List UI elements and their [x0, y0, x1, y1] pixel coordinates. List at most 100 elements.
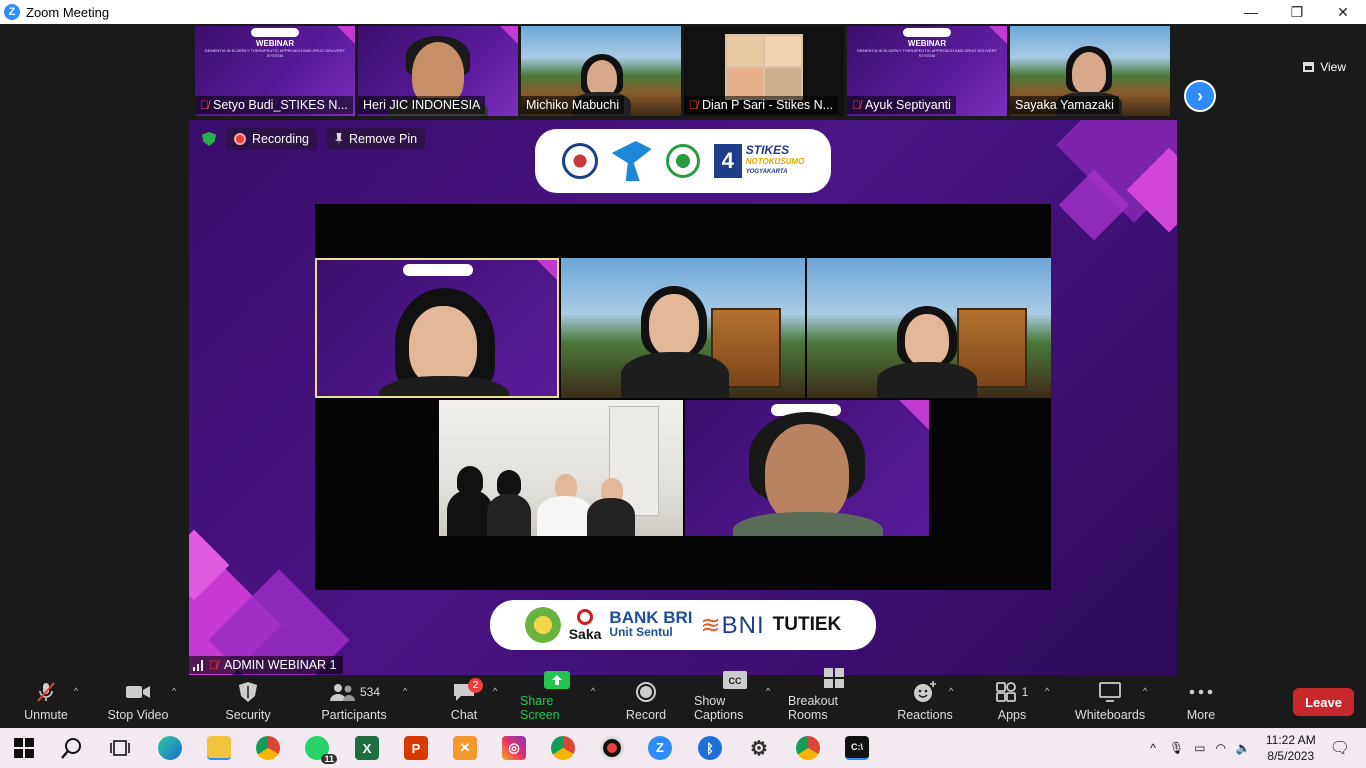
speaker-tile: [315, 258, 559, 398]
whatsapp-icon[interactable]: 11: [305, 736, 337, 764]
windows-taskbar: 11 X P ✕ ◎ Z ᛒ ⚙ C:\ ^ 🎙 ▭ ◠ 🔈 11:22 AM …: [0, 728, 1366, 768]
recording-indicator[interactable]: Recording: [226, 128, 317, 150]
record-button[interactable]: Record: [624, 676, 668, 728]
notifications-icon[interactable]: 🗨: [1330, 738, 1350, 758]
zoom-app-icon[interactable]: Z: [648, 736, 672, 760]
record-label: Record: [625, 708, 667, 722]
next-page-button[interactable]: ›: [1184, 80, 1216, 112]
more-button[interactable]: More: [1182, 676, 1220, 728]
reactions-button[interactable]: Reactions: [896, 676, 954, 728]
reactions-options-caret[interactable]: ^: [949, 686, 953, 696]
window-title: Zoom Meeting: [26, 4, 110, 20]
view-button[interactable]: View: [1303, 60, 1346, 74]
share-screen-label: Share Screen: [520, 694, 560, 722]
participant-thumbnail[interactable]: Michiko Mabuchi: [521, 26, 681, 116]
chat-button[interactable]: 2 Chat: [448, 676, 483, 728]
participants-count: 534: [359, 685, 381, 699]
breakout-rooms-button[interactable]: Breakout Rooms: [788, 668, 880, 728]
whiteboards-options-caret[interactable]: ^: [1143, 686, 1147, 696]
wifi-icon[interactable]: ◠: [1215, 741, 1225, 755]
battery-icon[interactable]: ▭: [1194, 741, 1205, 755]
chat-unread-badge: 2: [468, 678, 483, 693]
show-captions-button[interactable]: CC Show Captions: [694, 671, 776, 728]
closed-captions-icon: CC: [722, 671, 748, 689]
whiteboard-icon: [1097, 681, 1123, 703]
participant-thumbnail[interactable]: WEBINAR DEMENTIA IN ELDERLY THERAPEUTIC …: [847, 26, 1007, 116]
participant-name-tag: 🎙̸ Dian P Sari - Stikes N...: [684, 96, 839, 114]
stop-video-button[interactable]: Stop Video: [106, 676, 170, 728]
close-button[interactable]: ✕: [1320, 0, 1366, 24]
bluetooth-icon[interactable]: ᛒ: [698, 736, 722, 760]
windows-start-icon[interactable]: [12, 736, 36, 760]
view-grid-icon: [1303, 62, 1315, 72]
breakout-rooms-icon: [821, 667, 847, 689]
show-hidden-icons-chevron-icon[interactable]: ^: [1150, 741, 1156, 755]
chrome-profile-icon[interactable]: [551, 736, 575, 760]
more-label: More: [1186, 708, 1216, 722]
file-explorer-icon[interactable]: [207, 736, 231, 760]
encryption-shield-icon[interactable]: [202, 132, 216, 146]
participants-options-caret[interactable]: ^: [403, 686, 407, 696]
microphone-icon[interactable]: 🎙: [1169, 741, 1184, 755]
chat-bubble-icon: 2: [451, 678, 483, 703]
leave-meeting-button[interactable]: Leave: [1293, 688, 1354, 716]
participants-button[interactable]: 534 Participants: [321, 676, 387, 728]
participant-thumbnail[interactable]: Heri JIC INDONESIA: [358, 26, 518, 116]
meeting-controls-toolbar: Unmute ^ Stop Video ^ Security 534 Parti…: [0, 668, 1366, 728]
security-button[interactable]: Security: [224, 676, 272, 728]
sponsor-logos: [251, 28, 299, 37]
apps-icon: 1: [990, 681, 1034, 703]
unmute-button[interactable]: Unmute: [22, 676, 70, 728]
minimize-button[interactable]: —: [1228, 0, 1274, 24]
system-clock[interactable]: 11:22 AM 8/5/2023: [1266, 732, 1316, 764]
participants-label: Participants: [321, 708, 387, 722]
instagram-icon[interactable]: ◎: [502, 736, 526, 760]
participant-tile: [561, 258, 805, 398]
svg-text:CC: CC: [729, 676, 742, 686]
more-dots-icon: [1188, 681, 1214, 703]
participant-thumbnail[interactable]: 🎙̸ Dian P Sari - Stikes N...: [684, 26, 844, 116]
unmute-label: Unmute: [24, 708, 68, 722]
participant-thumbnail[interactable]: WEBINAR DEMENTIA IN ELDERLY THERAPEUTIC …: [195, 26, 355, 116]
participant-name: Setyo Budi_STIKES N...: [213, 98, 348, 112]
screen-recorder-icon[interactable]: [600, 736, 624, 760]
video-options-caret[interactable]: ^: [172, 686, 176, 696]
whiteboards-button[interactable]: Whiteboards: [1074, 676, 1146, 728]
show-captions-label: Show Captions: [694, 694, 744, 722]
audio-options-caret[interactable]: ^: [74, 686, 78, 696]
search-icon[interactable]: [60, 736, 84, 760]
apps-button[interactable]: 1 Apps: [994, 676, 1030, 728]
chat-options-caret[interactable]: ^: [493, 686, 497, 696]
excel-icon[interactable]: X: [355, 736, 379, 760]
share-screen-icon: [544, 671, 570, 689]
chevron-right-icon: ›: [1197, 85, 1203, 106]
share-screen-button[interactable]: Share Screen: [520, 671, 594, 728]
share-options-caret[interactable]: ^: [591, 686, 595, 696]
view-label: View: [1320, 60, 1346, 74]
powerpoint-icon[interactable]: P: [404, 736, 428, 760]
apps-label: Apps: [997, 708, 1027, 722]
breakout-rooms-label: Breakout Rooms: [788, 694, 839, 722]
volume-icon[interactable]: 🔈: [1236, 741, 1251, 755]
chat-label: Chat: [450, 708, 478, 722]
saka-logo: Saka: [569, 609, 601, 641]
participants-icon: 534: [324, 681, 384, 703]
terminal-icon[interactable]: C:\: [845, 736, 869, 760]
security-label: Security: [225, 708, 271, 722]
participant-name-tag: 🎙̸ Setyo Budi_STIKES N...: [195, 96, 353, 114]
xampp-icon[interactable]: ✕: [453, 736, 477, 760]
remove-pin-button[interactable]: Remove Pin: [326, 128, 426, 150]
edge-browser-icon[interactable]: [158, 736, 182, 760]
microphone-muted-icon: [33, 681, 59, 703]
captions-options-caret[interactable]: ^: [766, 686, 770, 696]
stop-video-label: Stop Video: [107, 708, 169, 722]
chrome-second-profile-icon[interactable]: [796, 736, 820, 760]
apps-options-caret[interactable]: ^: [1045, 686, 1049, 696]
task-view-icon[interactable]: [108, 736, 132, 760]
chrome-browser-icon[interactable]: [256, 736, 280, 760]
participant-name: Ayuk Septiyanti: [865, 98, 951, 112]
restore-button[interactable]: ❐: [1274, 0, 1320, 24]
university-logo: [561, 143, 598, 179]
settings-gear-icon[interactable]: ⚙: [747, 736, 771, 760]
participant-thumbnail[interactable]: Sayaka Yamazaki: [1010, 26, 1170, 116]
